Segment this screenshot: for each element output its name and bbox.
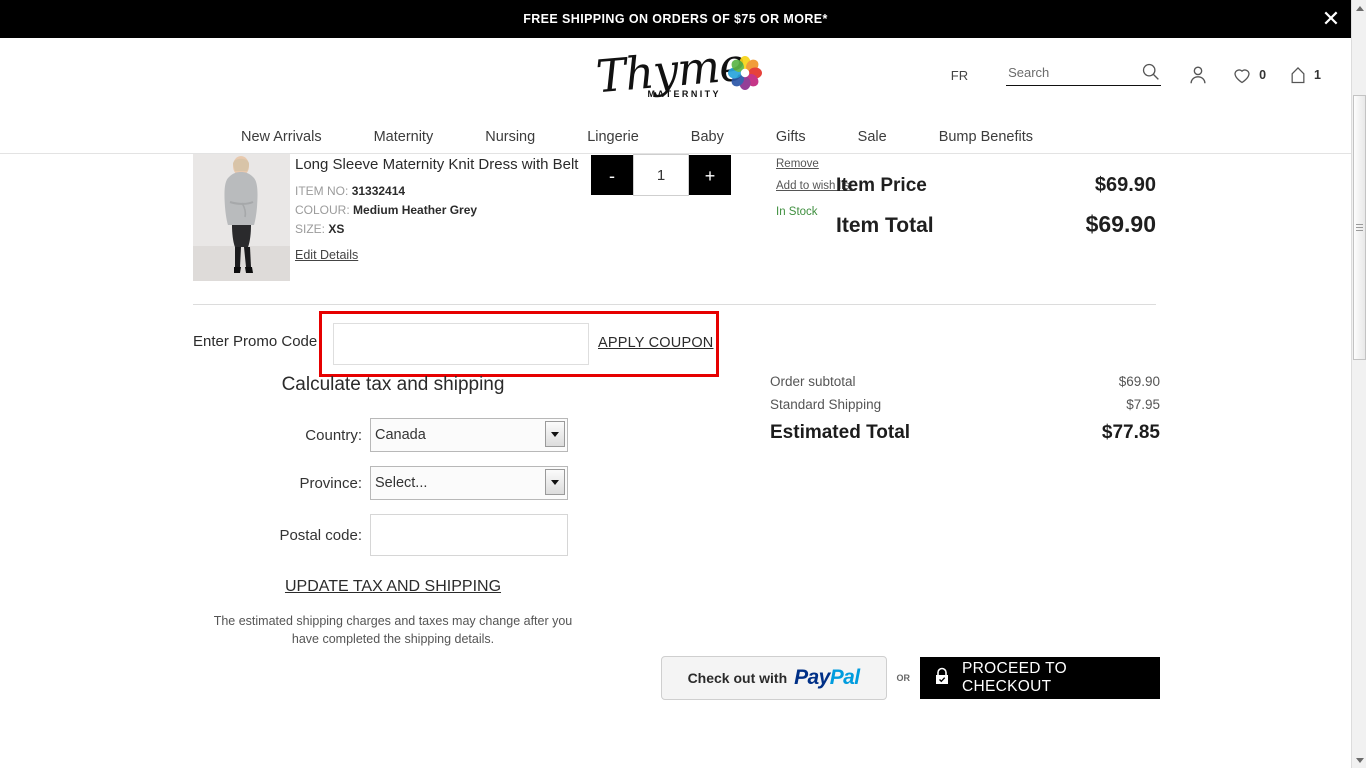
province-label: Province: bbox=[299, 474, 362, 492]
nav-item-maternity[interactable]: Maternity bbox=[348, 129, 460, 145]
page-root: FREE SHIPPING ON ORDERS OF $75 OR MORE* … bbox=[0, 0, 1366, 768]
scroll-down-arrow-icon[interactable] bbox=[1352, 752, 1366, 768]
nav-item-nursing[interactable]: Nursing bbox=[459, 129, 561, 145]
item-no-label: ITEM NO: bbox=[295, 184, 349, 198]
country-label: Country: bbox=[305, 426, 362, 444]
search-icon[interactable] bbox=[1140, 61, 1161, 82]
tax-shipping-note: The estimated shipping charges and taxes… bbox=[213, 614, 573, 647]
postal-code-input[interactable] bbox=[370, 514, 568, 556]
product-title[interactable]: Long Sleeve Maternity Knit Dress with Be… bbox=[295, 156, 595, 174]
search-box[interactable] bbox=[1006, 61, 1162, 86]
shopping-bag-icon[interactable] bbox=[1288, 64, 1308, 86]
scrollbar-thumb[interactable] bbox=[1353, 95, 1366, 360]
promo-code-input[interactable] bbox=[333, 323, 589, 365]
tax-shipping-panel: Calculate tax and shipping Country: Cana… bbox=[193, 374, 593, 648]
scroll-up-arrow-icon[interactable] bbox=[1352, 0, 1366, 16]
order-subtotal-label: Order subtotal bbox=[770, 374, 856, 389]
cart-line-item: Long Sleeve Maternity Knit Dress with Be… bbox=[193, 146, 1156, 298]
language-toggle-fr[interactable]: FR bbox=[951, 68, 968, 83]
promo-banner-text: FREE SHIPPING ON ORDERS OF $75 OR MORE* bbox=[523, 12, 828, 26]
standard-shipping-value: $7.95 bbox=[1126, 397, 1160, 412]
search-input[interactable] bbox=[1006, 64, 1127, 81]
quantity-decrease-button[interactable]: - bbox=[591, 155, 633, 195]
province-row: Province: Select... bbox=[193, 466, 593, 500]
paypal-checkout-button[interactable]: Check out with PayPal bbox=[660, 656, 887, 700]
edit-details-link[interactable]: Edit Details bbox=[295, 248, 358, 262]
proceed-to-checkout-button[interactable]: PROCEED TO CHECKOUT bbox=[920, 657, 1160, 699]
item-price-value: $69.90 bbox=[1094, 174, 1156, 196]
nav-item-sale[interactable]: Sale bbox=[832, 129, 913, 145]
update-tax-shipping-button[interactable]: UPDATE TAX AND SHIPPING bbox=[193, 578, 593, 596]
heart-icon[interactable] bbox=[1231, 65, 1253, 86]
page-scrollbar[interactable] bbox=[1351, 0, 1366, 768]
tax-shipping-title: Calculate tax and shipping bbox=[281, 374, 505, 395]
summary-row: Standard Shipping $7.95 bbox=[770, 397, 1160, 412]
lock-icon bbox=[934, 667, 950, 690]
product-colour: COLOUR: Medium Heather Grey bbox=[295, 203, 595, 217]
site-header: Thyme MATERNITY FR Search 0 1 bbox=[0, 38, 1351, 120]
nav-item-baby[interactable]: Baby bbox=[665, 129, 750, 145]
size-value: XS bbox=[328, 222, 345, 236]
promo-code-label: Enter Promo Code bbox=[193, 333, 318, 350]
item-price-block: Item Price $69.90 Item Total $69.90 bbox=[836, 174, 1156, 238]
nav-item-bump-benefits[interactable]: Bump Benefits bbox=[913, 129, 1059, 145]
wishlist-count: 0 bbox=[1259, 68, 1267, 82]
quantity-stepper: - + bbox=[591, 154, 731, 196]
or-separator: OR bbox=[896, 673, 911, 683]
item-total-value: $69.90 bbox=[1085, 211, 1156, 237]
checkout-actions: Check out with PayPal OR PROCEED TO CHEC… bbox=[660, 656, 1160, 700]
flower-logo-icon bbox=[727, 56, 762, 90]
order-summary: Order subtotal $69.90 Standard Shipping … bbox=[770, 374, 1160, 452]
postal-code-label: Postal code: bbox=[279, 526, 362, 544]
stock-status: In Stock bbox=[776, 206, 818, 218]
nav-item-new-arrivals[interactable]: New Arrivals bbox=[215, 129, 348, 145]
quantity-input[interactable] bbox=[633, 154, 689, 196]
item-total-label: Item Total bbox=[836, 214, 934, 237]
promo-banner: FREE SHIPPING ON ORDERS OF $75 OR MORE* bbox=[0, 0, 1351, 38]
user-account-icon[interactable] bbox=[1187, 64, 1209, 86]
estimated-total-value: $77.85 bbox=[1101, 422, 1160, 443]
cart-content: Long Sleeve Maternity Knit Dress with Be… bbox=[0, 146, 1351, 700]
colour-label: COLOUR: bbox=[295, 203, 350, 217]
postal-row: Postal code: bbox=[193, 514, 593, 556]
close-icon[interactable]: ✕ bbox=[1312, 0, 1350, 38]
paypal-logo: PayPal bbox=[794, 666, 860, 689]
item-no-value: 31332414 bbox=[351, 184, 406, 198]
product-item-no: ITEM NO: 31332414 bbox=[295, 184, 595, 198]
standard-shipping-label: Standard Shipping bbox=[770, 397, 882, 412]
country-select[interactable]: Canada bbox=[370, 418, 568, 452]
country-row: Country: Canada bbox=[193, 418, 593, 452]
main-navigation: New Arrivals Maternity Nursing Lingerie … bbox=[0, 120, 1351, 154]
paypal-button-text: Check out with bbox=[687, 670, 788, 686]
scrollbar-grip-icon bbox=[1356, 222, 1363, 233]
product-thumbnail[interactable] bbox=[193, 150, 290, 281]
estimated-total-row: Estimated Total $77.85 bbox=[770, 422, 1160, 444]
logo-subtitle: MATERNITY bbox=[647, 89, 721, 99]
proceed-to-checkout-label: PROCEED TO CHECKOUT bbox=[962, 660, 1067, 695]
remove-item-link[interactable]: Remove bbox=[776, 158, 886, 170]
item-price-label: Item Price bbox=[836, 175, 927, 196]
promo-code-section: Enter Promo Code APPLY COUPON bbox=[193, 305, 1351, 383]
nav-item-lingerie[interactable]: Lingerie bbox=[561, 129, 665, 145]
colour-value: Medium Heather Grey bbox=[353, 203, 478, 217]
order-subtotal-value: $69.90 bbox=[1118, 374, 1160, 389]
estimated-total-label: Estimated Total bbox=[770, 422, 911, 443]
summary-row: Order subtotal $69.90 bbox=[770, 374, 1160, 389]
logo-wordmark: Thyme bbox=[593, 37, 747, 104]
quantity-increase-button[interactable]: + bbox=[689, 155, 731, 195]
size-label: SIZE: bbox=[295, 222, 326, 236]
header-utilities: FR 0 bbox=[951, 61, 1321, 86]
product-info: Long Sleeve Maternity Knit Dress with Be… bbox=[295, 156, 595, 264]
bag-count: 1 bbox=[1314, 68, 1321, 82]
nav-item-gifts[interactable]: Gifts bbox=[750, 129, 832, 145]
product-size: SIZE: XS bbox=[295, 222, 595, 236]
province-select[interactable]: Select... bbox=[370, 466, 568, 500]
apply-coupon-button[interactable]: APPLY COUPON bbox=[598, 335, 713, 351]
